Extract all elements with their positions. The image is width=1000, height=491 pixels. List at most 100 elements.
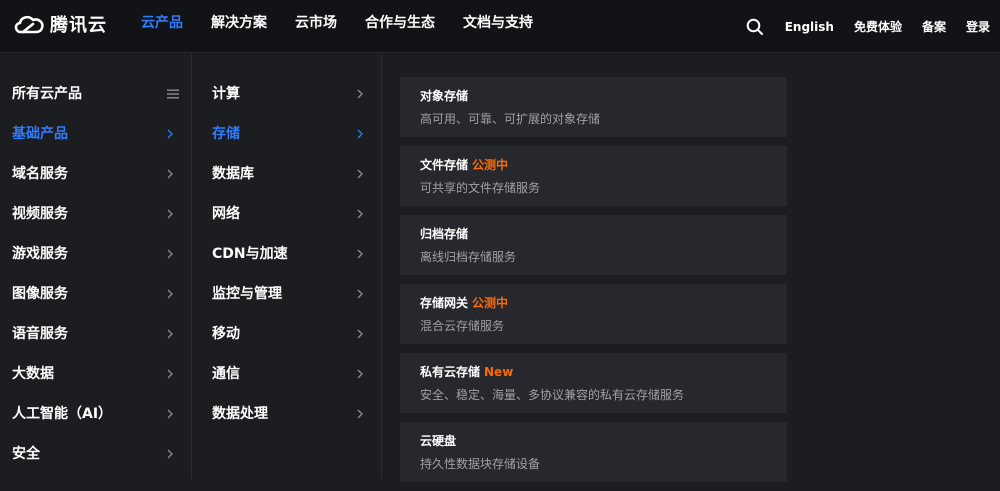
category-all-products[interactable]: 所有云产品: [0, 74, 191, 114]
search-button[interactable]: [745, 17, 765, 37]
category-basic-products[interactable]: 基础产品: [0, 114, 191, 154]
product-description: 可共享的文件存储服务: [420, 181, 541, 195]
chevron-right-icon: [357, 329, 363, 339]
subcategory-label: 数据库: [212, 166, 254, 182]
chevron-right-icon: [167, 169, 173, 179]
subcategory-compute[interactable]: 计算: [192, 74, 381, 114]
chevron-right-icon: [357, 169, 363, 179]
category-label: 大数据: [12, 366, 54, 382]
category-game-services[interactable]: 游戏服务: [0, 234, 191, 274]
category-label: 游戏服务: [12, 246, 68, 262]
product-title: 对象存储: [420, 77, 767, 103]
search-icon: [746, 18, 763, 35]
category-big-data[interactable]: 大数据: [0, 354, 191, 394]
chevron-right-icon: [167, 329, 173, 339]
product-card-cbs[interactable]: 云硬盘 持久性数据块存储设备: [400, 422, 787, 482]
product-name: 归档存储: [420, 227, 469, 241]
tencent-cloud-logo[interactable]: 腾讯云: [12, 9, 107, 39]
subcategory-monitoring[interactable]: 监控与管理: [192, 274, 381, 314]
product-description: 离线归档存储服务: [420, 250, 517, 264]
product-title: 私有云存储 New: [420, 353, 767, 379]
product-name: 私有云存储: [420, 365, 481, 379]
category-label: 人工智能（AI）: [12, 406, 113, 422]
subcategory-menu: 计算 存储 数据库 网络 CDN与加速 监控与管理 移动 通信 数据处理: [192, 54, 382, 479]
category-label: 基础产品: [12, 126, 68, 142]
main-nav: 云产品 解决方案 云市场 合作与生态 文档与支持: [127, 0, 547, 53]
nav-item-partners[interactable]: 合作与生态: [351, 0, 449, 53]
subcategory-network[interactable]: 网络: [192, 194, 381, 234]
chevron-right-icon: [167, 449, 173, 459]
subcategory-communication[interactable]: 通信: [192, 354, 381, 394]
subcategory-label: CDN与加速: [212, 246, 288, 262]
product-card-gateway[interactable]: 存储网关 公测中 混合云存储服务: [400, 284, 787, 344]
product-card-cfs[interactable]: 文件存储 公测中 可共享的文件存储服务: [400, 146, 787, 206]
category-label: 视频服务: [12, 206, 68, 222]
chevron-right-icon: [167, 129, 173, 139]
subcategory-cdn[interactable]: CDN与加速: [192, 234, 381, 274]
top-navigation-bar: 腾讯云 云产品 解决方案 云市场 合作与生态 文档与支持 English 免费体…: [0, 0, 1000, 53]
product-name: 对象存储: [420, 89, 469, 103]
menu-list-icon: [167, 89, 179, 99]
chevron-right-icon: [357, 289, 363, 299]
product-badge: 公测中: [472, 158, 509, 172]
product-card-archive[interactable]: 归档存储 离线归档存储服务: [400, 215, 787, 275]
subcategory-data-processing[interactable]: 数据处理: [192, 394, 381, 434]
product-card-private-storage[interactable]: 私有云存储 New 安全、稳定、海量、多协议兼容的私有云存储服务: [400, 353, 787, 413]
product-title: 文件存储 公测中: [420, 146, 767, 172]
icp-filing-link[interactable]: 备案: [922, 18, 946, 35]
category-image-services[interactable]: 图像服务: [0, 274, 191, 314]
cloud-logo-icon: [14, 15, 44, 34]
product-description: 持久性数据块存储设备: [420, 457, 541, 471]
subcategory-label: 网络: [212, 206, 240, 222]
nav-item-products[interactable]: 云产品: [127, 0, 197, 53]
chevron-right-icon: [357, 409, 363, 419]
category-label: 安全: [12, 446, 40, 462]
chevron-right-icon: [167, 369, 173, 379]
chevron-right-icon: [357, 89, 363, 99]
chevron-right-icon: [167, 289, 173, 299]
category-label: 所有云产品: [12, 86, 82, 102]
product-list: 对象存储 高可用、可靠、可扩展的对象存储 文件存储 公测中 可共享的文件存储服务 …: [400, 77, 787, 491]
nav-right: English 免费体验 备案 登录: [745, 0, 990, 53]
category-menu: 所有云产品 基础产品 域名服务 视频服务 游戏服务 图像服务 语音服务 大数据 …: [0, 54, 192, 479]
subcategory-mobile[interactable]: 移动: [192, 314, 381, 354]
subcategory-label: 存储: [212, 126, 240, 142]
category-label: 语音服务: [12, 326, 68, 342]
chevron-right-icon: [167, 209, 173, 219]
nav-item-marketplace[interactable]: 云市场: [281, 0, 351, 53]
product-title: 云硬盘: [420, 422, 767, 448]
category-domain-services[interactable]: 域名服务: [0, 154, 191, 194]
chevron-right-icon: [357, 249, 363, 259]
subcategory-label: 计算: [212, 86, 240, 102]
category-label: 图像服务: [12, 286, 68, 302]
subcategory-label: 监控与管理: [212, 286, 282, 302]
nav-item-docs-support[interactable]: 文档与支持: [449, 0, 547, 53]
chevron-right-icon: [357, 129, 363, 139]
nav-item-solutions[interactable]: 解决方案: [197, 0, 281, 53]
category-voice-services[interactable]: 语音服务: [0, 314, 191, 354]
product-description: 安全、稳定、海量、多协议兼容的私有云存储服务: [420, 388, 685, 402]
subcategory-label: 移动: [212, 326, 240, 342]
subcategory-label: 数据处理: [212, 406, 268, 422]
category-security[interactable]: 安全: [0, 434, 191, 474]
chevron-right-icon: [167, 409, 173, 419]
product-description: 高可用、可靠、可扩展的对象存储: [420, 112, 601, 126]
category-video-services[interactable]: 视频服务: [0, 194, 191, 234]
product-title: 存储网关 公测中: [420, 284, 767, 310]
subcategory-storage[interactable]: 存储: [192, 114, 381, 154]
category-ai[interactable]: 人工智能（AI）: [0, 394, 191, 434]
product-description: 混合云存储服务: [420, 319, 505, 333]
english-link[interactable]: English: [785, 20, 834, 34]
chevron-right-icon: [167, 249, 173, 259]
product-name: 文件存储: [420, 158, 469, 172]
category-label: 域名服务: [12, 166, 68, 182]
product-card-cos[interactable]: 对象存储 高可用、可靠、可扩展的对象存储: [400, 77, 787, 137]
logo-text: 腾讯云: [50, 15, 107, 36]
product-name: 云硬盘: [420, 434, 457, 448]
free-trial-link[interactable]: 免费体验: [854, 18, 902, 35]
subcategory-database[interactable]: 数据库: [192, 154, 381, 194]
product-badge: New: [484, 365, 514, 379]
login-link[interactable]: 登录: [966, 18, 990, 35]
product-title: 归档存储: [420, 215, 767, 241]
chevron-right-icon: [357, 209, 363, 219]
